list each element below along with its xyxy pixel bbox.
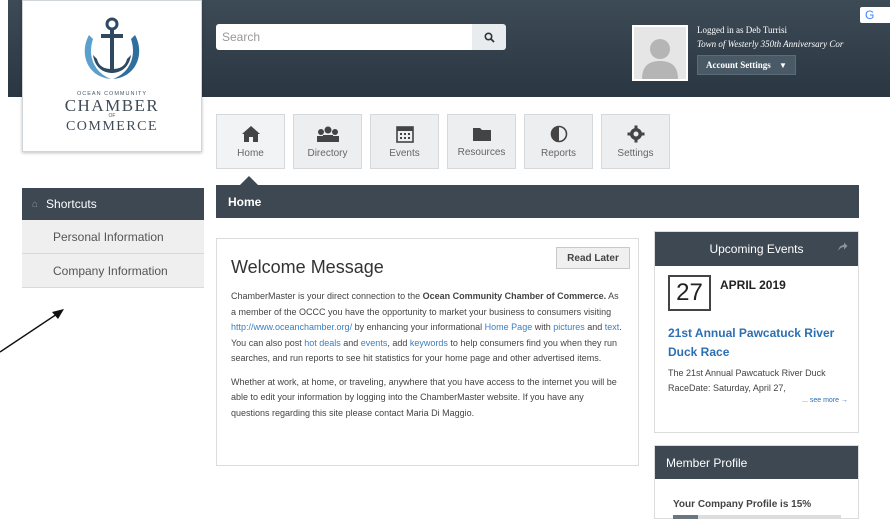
page-title-bar: Home bbox=[216, 185, 859, 218]
upcoming-events-panel: Upcoming Events 27 APRIL 2019 21st Annua… bbox=[654, 231, 859, 433]
nav-reports[interactable]: Reports bbox=[524, 114, 593, 169]
link-text[interactable]: text bbox=[605, 322, 620, 332]
member-profile-header: Member Profile bbox=[655, 446, 858, 479]
org-name: Town of Westerly 350th Anniversary Cor bbox=[697, 39, 844, 49]
event-month: APRIL 2019 bbox=[720, 278, 786, 292]
welcome-paragraph-1: ChamberMaster is your direct connection … bbox=[231, 289, 624, 367]
nav-reports-label: Reports bbox=[540, 147, 576, 159]
account-settings-button[interactable]: Account Settings ▼ bbox=[697, 55, 796, 75]
welcome-chamber-name: Ocean Community Chamber of Commerce. bbox=[422, 291, 607, 301]
welcome-text: and bbox=[340, 337, 361, 348]
directory-icon bbox=[316, 126, 339, 142]
nav-home-label: Home bbox=[237, 147, 264, 159]
anchor-logo-icon bbox=[84, 17, 140, 79]
welcome-paragraph-2: Whether at work, at home, or traveling, … bbox=[231, 376, 617, 418]
welcome-text: and bbox=[584, 322, 605, 332]
link-pictures[interactable]: pictures bbox=[553, 322, 585, 332]
search-icon bbox=[483, 31, 495, 43]
nav-settings[interactable]: Settings bbox=[601, 114, 670, 169]
logo-commerce-text: COMMERCE bbox=[65, 119, 159, 134]
event-day: 27 bbox=[668, 275, 711, 311]
profile-completion-text: Your Company Profile is 15% bbox=[673, 499, 812, 510]
main-nav: Home Directory Events Resources Reports … bbox=[216, 114, 670, 169]
welcome-text: , add bbox=[387, 337, 410, 348]
home-small-icon: ⌂ bbox=[32, 198, 39, 210]
page-title: Home bbox=[228, 195, 262, 209]
search-button[interactable] bbox=[472, 24, 506, 50]
welcome-text: with bbox=[532, 322, 554, 332]
nav-active-pointer bbox=[240, 176, 258, 185]
shortcuts-panel: ⌂ Shortcuts Personal Information Company… bbox=[22, 188, 204, 288]
logo-chamber-text: CHAMBER bbox=[64, 96, 160, 115]
see-more-link[interactable]: ... see more → bbox=[655, 397, 848, 404]
link-website[interactable]: http://www.oceanchamber.org/ bbox=[231, 322, 352, 332]
profile-progress-fill bbox=[673, 515, 699, 519]
search-input[interactable] bbox=[216, 24, 472, 50]
link-events[interactable]: events bbox=[361, 338, 388, 348]
event-title-link[interactable]: 21st Annual Pawcatuck River Duck Race bbox=[668, 324, 850, 362]
nav-home[interactable]: Home bbox=[216, 114, 285, 169]
link-home-page[interactable]: Home Page bbox=[485, 322, 533, 332]
nav-events-label: Events bbox=[389, 147, 420, 159]
user-silhouette-icon bbox=[642, 39, 678, 79]
shortcuts-header: ⌂ Shortcuts bbox=[22, 188, 204, 220]
welcome-text: by enhancing your informational bbox=[352, 322, 485, 332]
user-info: Logged in as Deb Turrisi Town of Westerl… bbox=[697, 25, 890, 75]
pie-chart-icon bbox=[550, 125, 567, 142]
google-translate-badge[interactable]: G bbox=[860, 7, 890, 23]
shortcut-personal-information[interactable]: Personal Information bbox=[22, 220, 204, 254]
gear-icon bbox=[627, 125, 644, 142]
share-icon[interactable] bbox=[837, 242, 848, 252]
nav-directory-label: Directory bbox=[307, 147, 348, 159]
link-keywords[interactable]: keywords bbox=[410, 338, 448, 348]
home-icon bbox=[241, 125, 260, 142]
profile-progress-bar bbox=[673, 515, 841, 519]
nav-directory[interactable]: Directory bbox=[293, 114, 362, 169]
upcoming-events-title: Upcoming Events bbox=[709, 242, 804, 256]
event-date: 27 APRIL 2019 bbox=[668, 275, 858, 311]
link-hot-deals[interactable]: hot deals bbox=[304, 338, 341, 348]
chevron-down-icon: ▼ bbox=[779, 61, 787, 70]
nav-resources[interactable]: Resources bbox=[447, 114, 516, 169]
account-settings-label: Account Settings bbox=[706, 60, 771, 70]
logged-in-text: Logged in as Deb Turrisi bbox=[697, 25, 787, 35]
upcoming-events-header: Upcoming Events bbox=[655, 232, 858, 266]
event-description: The 21st Annual Pawcatuck River Duck Rac… bbox=[668, 368, 826, 393]
google-g-icon: G bbox=[865, 8, 875, 22]
shortcuts-title: Shortcuts bbox=[46, 197, 97, 211]
calendar-icon bbox=[395, 125, 414, 143]
nav-resources-label: Resources bbox=[457, 146, 506, 158]
welcome-panel: Welcome Message Read Later ChamberMaster… bbox=[216, 238, 639, 466]
chamber-logo[interactable]: OCEAN COMMUNITY CHAMBER OF COMMERCE bbox=[22, 0, 202, 152]
nav-settings-label: Settings bbox=[617, 147, 654, 159]
user-avatar[interactable] bbox=[632, 25, 688, 81]
nav-events[interactable]: Events bbox=[370, 114, 439, 169]
read-later-button[interactable]: Read Later bbox=[556, 247, 630, 269]
welcome-text: ChamberMaster is your direct connection … bbox=[231, 291, 423, 301]
member-profile-panel: Member Profile Your Company Profile is 1… bbox=[654, 445, 859, 519]
annotation-arrow-icon bbox=[0, 309, 64, 353]
search-bar bbox=[216, 24, 506, 50]
shortcut-company-information[interactable]: Company Information bbox=[22, 254, 204, 288]
folder-icon bbox=[472, 127, 491, 141]
